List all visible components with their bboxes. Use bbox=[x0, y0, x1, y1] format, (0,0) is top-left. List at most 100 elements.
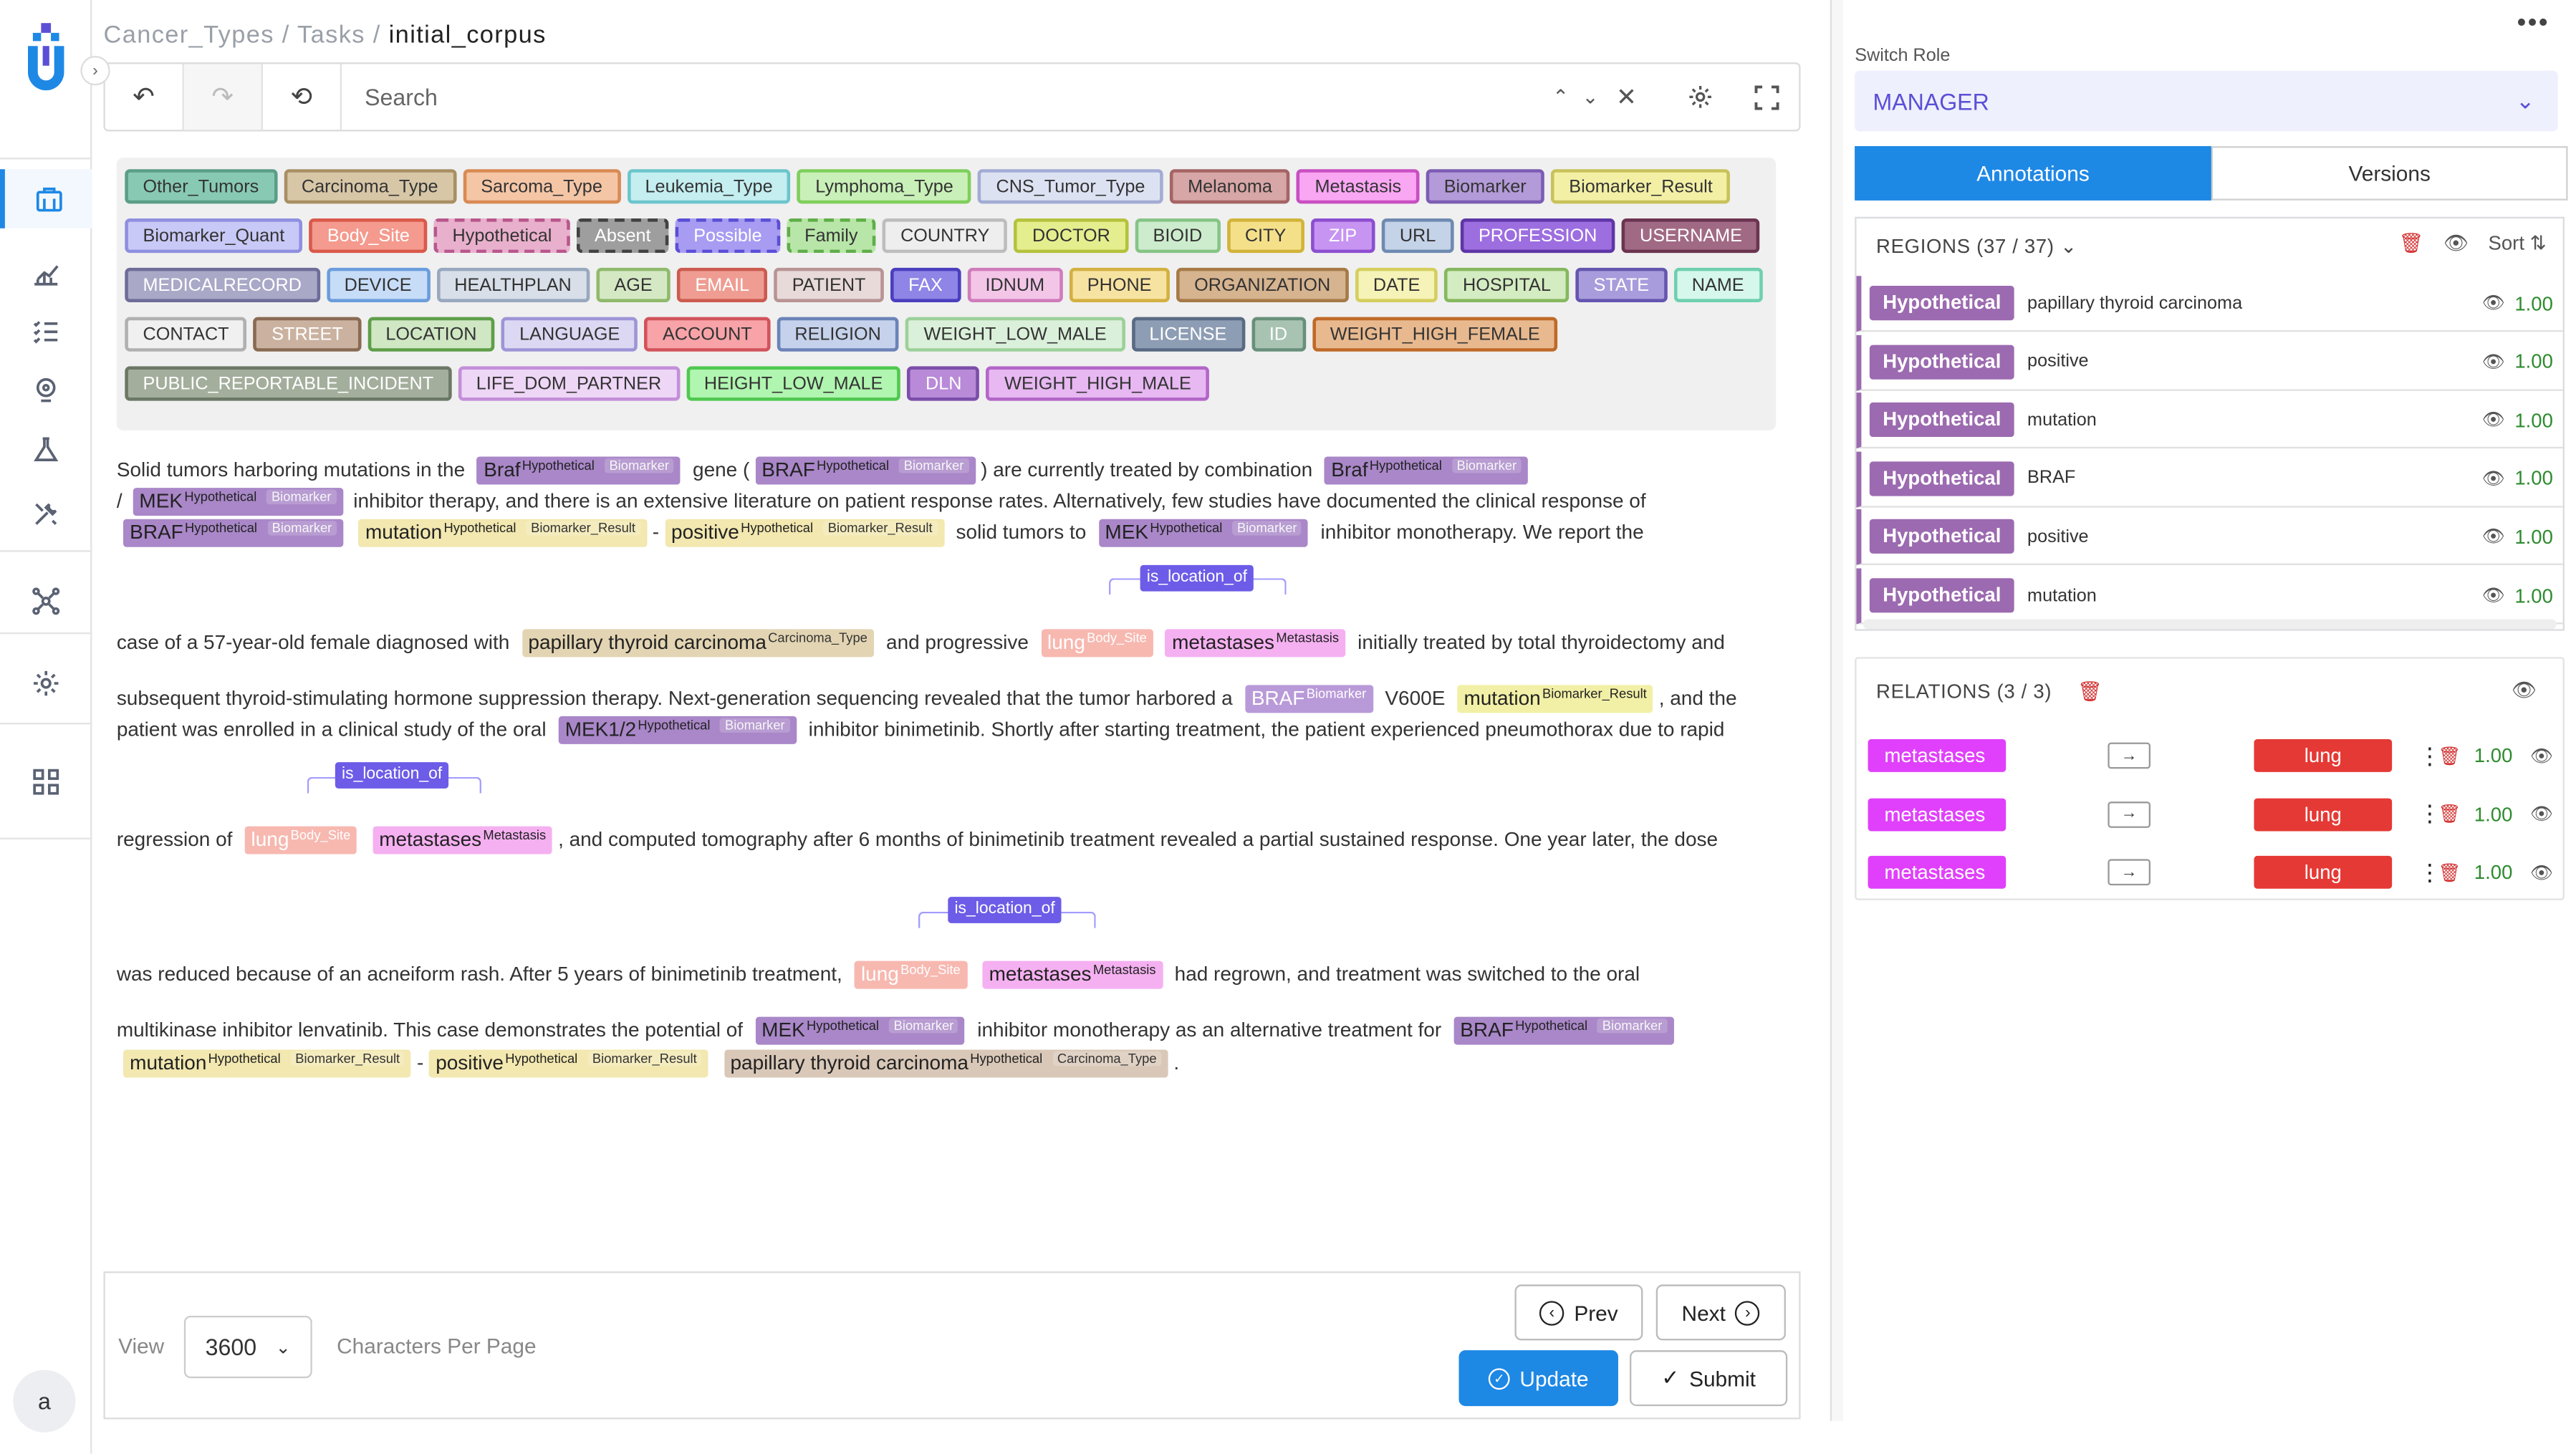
label-chip[interactable]: Absent bbox=[576, 218, 669, 254]
relation-row[interactable]: metastases → lung ⋮ 🗑 1.00 👁 bbox=[1857, 786, 2563, 842]
span-annotation[interactable]: mutation Biomarker_Result bbox=[1457, 685, 1653, 713]
region-row[interactable]: Hypothetical BRAF 👁 1.00 bbox=[1856, 451, 2563, 508]
span-annotation[interactable]: Braf Hypothetical Biomarker bbox=[477, 456, 681, 485]
update-button[interactable]: ✓ Update bbox=[1458, 1350, 1618, 1407]
relation-from-badge[interactable]: metastases bbox=[1868, 856, 2007, 890]
span-annotation[interactable]: lung Body_Site bbox=[854, 960, 967, 989]
label-chip[interactable]: Family bbox=[786, 218, 876, 254]
search-prev-button[interactable]: ⌃ bbox=[1546, 64, 1575, 130]
eye-icon[interactable]: 👁 bbox=[2512, 678, 2537, 701]
reset-button[interactable]: ⟲ bbox=[263, 64, 342, 130]
eye-icon[interactable]: 👁 bbox=[2530, 745, 2553, 766]
span-annotation[interactable]: MEK Hypothetical Biomarker bbox=[133, 488, 343, 516]
rail-item-apps[interactable] bbox=[0, 752, 92, 812]
label-chip[interactable]: CNS_Tumor_Type bbox=[978, 169, 1163, 204]
eye-icon[interactable]: 👁 bbox=[2482, 351, 2505, 372]
tab-versions[interactable]: Versions bbox=[2211, 146, 2568, 201]
label-chip[interactable]: Metastasis bbox=[1297, 169, 1420, 204]
label-chip[interactable]: STATE bbox=[1575, 267, 1668, 302]
search-next-button[interactable]: ⌄ bbox=[1575, 64, 1605, 130]
region-row[interactable]: Hypothetical papillary thyroid carcinoma 👁… bbox=[1856, 276, 2563, 332]
breadcrumb-tasks[interactable]: Tasks bbox=[297, 21, 365, 49]
span-annotation[interactable]: metastases Metastasis bbox=[373, 826, 553, 854]
label-chip[interactable]: LANGUAGE bbox=[501, 317, 638, 352]
label-chip[interactable]: HOSPITAL bbox=[1444, 267, 1570, 302]
span-annotation[interactable]: mutation Hypothetical Biomarker_Result bbox=[358, 519, 648, 547]
more-options-icon[interactable]: ••• bbox=[2517, 10, 2549, 39]
label-chip[interactable]: ZIP bbox=[1310, 218, 1375, 254]
delete-relation-icon[interactable]: 🗑 bbox=[2438, 745, 2461, 766]
span-annotation[interactable]: MEK1/2 Hypothetical Biomarker bbox=[558, 716, 797, 744]
label-chip[interactable]: Other_Tumors bbox=[125, 169, 277, 204]
label-chip[interactable]: Possible bbox=[675, 218, 780, 254]
label-chip[interactable]: EMAIL bbox=[677, 267, 768, 302]
regions-title[interactable]: REGIONS (37 / 37) ⌄ bbox=[1876, 235, 2077, 258]
panel-splitter[interactable] bbox=[1830, 0, 1844, 1421]
label-chip[interactable]: USERNAME bbox=[1621, 218, 1761, 254]
settings-button[interactable] bbox=[1668, 64, 1734, 130]
label-chip[interactable]: URL bbox=[1381, 218, 1454, 254]
user-avatar[interactable]: a bbox=[13, 1369, 76, 1433]
span-annotation[interactable]: BRAF Hypothetical Biomarker bbox=[123, 519, 344, 547]
next-button[interactable]: Next › bbox=[1655, 1284, 1786, 1341]
label-chip[interactable]: STREET bbox=[254, 317, 362, 352]
eye-icon[interactable]: 👁 bbox=[2482, 292, 2505, 314]
span-annotation[interactable]: papillary thyroid carcinoma Hypothetical C… bbox=[724, 1049, 1168, 1078]
label-chip[interactable]: Melanoma bbox=[1169, 169, 1291, 204]
span-annotation[interactable]: mutation Hypothetical Biomarker_Result bbox=[123, 1049, 412, 1078]
label-chip[interactable]: NAME bbox=[1673, 267, 1762, 302]
span-annotation[interactable]: metastases Metastasis bbox=[1165, 629, 1346, 658]
eye-icon[interactable]: 👁 bbox=[2482, 468, 2505, 489]
label-chip[interactable]: WEIGHT_HIGH_FEMALE bbox=[1312, 317, 1558, 352]
label-chip[interactable]: Carcinoma_Type bbox=[283, 169, 456, 204]
label-chip[interactable]: Sarcoma_Type bbox=[462, 169, 621, 204]
breadcrumb-project[interactable]: Cancer_Types bbox=[103, 21, 274, 49]
span-annotation[interactable]: MEK Hypothetical Biomarker bbox=[754, 1016, 966, 1045]
delete-relation-icon[interactable]: 🗑 bbox=[2438, 804, 2461, 825]
undo-button[interactable]: ↶ bbox=[105, 64, 184, 130]
eye-icon[interactable]: 👁 bbox=[2530, 804, 2553, 825]
label-chip[interactable]: ACCOUNT bbox=[644, 317, 770, 352]
label-chip[interactable]: Biomarker bbox=[1426, 169, 1544, 204]
label-chip[interactable]: RELIGION bbox=[777, 317, 900, 352]
label-chip[interactable]: COUNTRY bbox=[882, 218, 1008, 254]
tab-annotations[interactable]: Annotations bbox=[1855, 146, 2211, 201]
label-chip[interactable]: IDNUM bbox=[967, 267, 1063, 302]
span-annotation[interactable]: BRAF Hypothetical Biomarker bbox=[1453, 1016, 1674, 1045]
label-chip[interactable]: PATIENT bbox=[774, 267, 884, 302]
expand-rail-button[interactable]: › bbox=[80, 55, 110, 86]
eye-icon[interactable]: 👁 bbox=[2530, 862, 2553, 884]
fullscreen-button[interactable] bbox=[1734, 64, 1799, 130]
relation-label[interactable]: is_location_of bbox=[1140, 564, 1254, 592]
label-chip[interactable]: CITY bbox=[1226, 218, 1304, 254]
eye-icon[interactable]: 👁 bbox=[2482, 526, 2505, 548]
eye-icon[interactable]: 👁 bbox=[2482, 584, 2505, 607]
relation-to-badge[interactable]: lung bbox=[2254, 856, 2393, 890]
prev-button[interactable]: ‹ Prev bbox=[1514, 1284, 1643, 1341]
chars-per-page-select[interactable]: 3600 ⌄ bbox=[183, 1315, 312, 1379]
label-chip[interactable]: HEIGHT_LOW_MALE bbox=[686, 366, 901, 401]
label-chip[interactable]: LOCATION bbox=[367, 317, 495, 352]
span-annotation[interactable]: BRAF Hypothetical Biomarker bbox=[755, 456, 976, 485]
relation-direction-button[interactable]: → bbox=[2108, 801, 2151, 827]
label-chip[interactable]: PUBLIC_REPORTABLE_INCIDENT bbox=[125, 366, 452, 401]
relation-direction-button[interactable]: → bbox=[2108, 859, 2151, 886]
label-chip[interactable]: DLN bbox=[907, 366, 980, 401]
span-annotation[interactable]: MEK Hypothetical Biomarker bbox=[1098, 519, 1309, 547]
relation-label[interactable]: is_location_of bbox=[948, 897, 1062, 923]
relation-from-badge[interactable]: metastases bbox=[1868, 797, 2007, 831]
horizontal-scrollbar[interactable] bbox=[1863, 619, 2557, 630]
span-annotation[interactable]: positive Hypothetical Biomarker_Result bbox=[429, 1049, 708, 1078]
label-chip[interactable]: MEDICALRECORD bbox=[125, 267, 320, 302]
span-annotation[interactable]: papillary thyroid carcinoma Carcinoma_Typ… bbox=[522, 629, 875, 658]
label-chip[interactable]: Lymphoma_Type bbox=[797, 169, 972, 204]
label-chip[interactable]: AGE bbox=[596, 267, 671, 302]
label-chip[interactable]: Biomarker_Result bbox=[1551, 169, 1731, 204]
span-annotation[interactable]: lung Body_Site bbox=[244, 826, 357, 854]
delete-all-icon[interactable]: 🗑 bbox=[2399, 231, 2424, 254]
label-chip[interactable]: LICENSE bbox=[1131, 317, 1245, 352]
role-select[interactable]: MANAGER ⌄ bbox=[1855, 70, 2558, 132]
label-chip[interactable]: Body_Site bbox=[309, 218, 428, 254]
rail-item-tasks[interactable] bbox=[0, 302, 92, 362]
region-row[interactable]: Hypothetical mutation 👁 1.00 bbox=[1856, 393, 2563, 449]
